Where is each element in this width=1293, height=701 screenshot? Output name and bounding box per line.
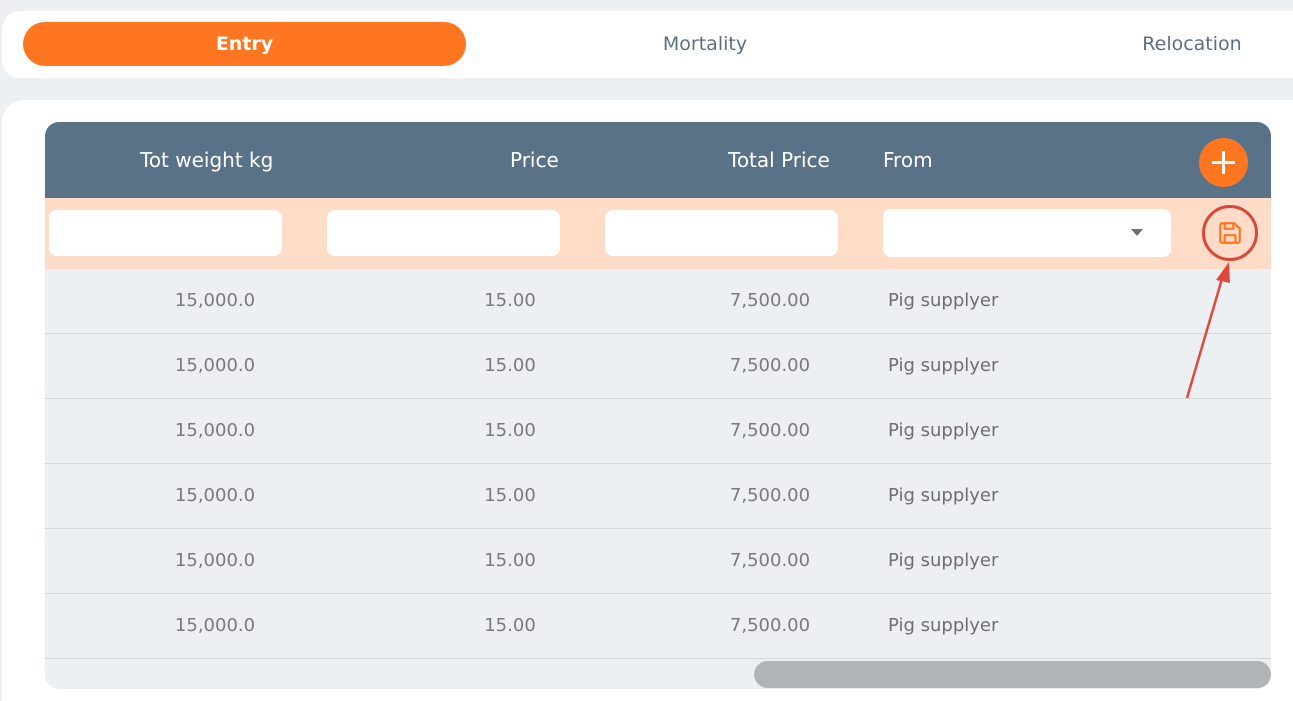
content-panel: Tot weight kg Price Total Price From 15,…	[2, 100, 1293, 701]
column-header-tot-weight: Tot weight kg	[140, 148, 274, 172]
price-input[interactable]	[327, 210, 560, 256]
cell-total-price: 7,500.00	[729, 355, 811, 376]
column-header-from: From	[883, 148, 933, 172]
tab-entry[interactable]: Entry	[23, 22, 466, 66]
cell-tot-weight: 15,000.0	[174, 290, 256, 311]
cell-from: Pig supplyer	[888, 485, 999, 506]
tab-bar: Entry Mortality Relocation	[2, 11, 1293, 78]
add-row-button[interactable]	[1199, 138, 1248, 187]
cell-total-price: 7,500.00	[729, 550, 811, 571]
caret-down-icon	[1131, 229, 1143, 236]
cell-total-price: 7,500.00	[729, 615, 811, 636]
total-price-input[interactable]	[605, 210, 838, 256]
new-entry-row	[45, 198, 1271, 269]
save-button[interactable]	[1202, 205, 1258, 261]
from-select[interactable]	[883, 209, 1171, 257]
cell-price: 15.00	[484, 550, 536, 571]
cell-tot-weight: 15,000.0	[174, 550, 256, 571]
cell-tot-weight: 15,000.0	[174, 420, 256, 441]
cell-from: Pig supplyer	[888, 550, 999, 571]
cell-price: 15.00	[484, 355, 536, 376]
floppy-disk-icon	[1219, 222, 1241, 244]
cell-from: Pig supplyer	[888, 290, 999, 311]
table-row[interactable]: 15,000.0 15.00 7,500.00 Pig supplyer	[45, 529, 1271, 594]
table-row[interactable]: 15,000.0 15.00 7,500.00 Pig supplyer	[45, 464, 1271, 529]
cell-from: Pig supplyer	[888, 615, 999, 636]
cell-tot-weight: 15,000.0	[174, 355, 256, 376]
entries-table: Tot weight kg Price Total Price From 15,…	[45, 122, 1271, 689]
cell-tot-weight: 15,000.0	[174, 615, 256, 636]
table-row[interactable]: 15,000.0 15.00 7,500.00 Pig supplyer	[45, 399, 1271, 464]
cell-total-price: 7,500.00	[729, 290, 811, 311]
table-row[interactable]: 15,000.0 15.00 7,500.00 Pig supplyer	[45, 334, 1271, 399]
table-row[interactable]: 15,000.0 15.00 7,500.00 Pig supplyer	[45, 269, 1271, 334]
horizontal-scrollbar[interactable]	[754, 661, 1271, 688]
cell-from: Pig supplyer	[888, 420, 999, 441]
table-row[interactable]: 15,000.0 15.00 7,500.00 Pig supplyer	[45, 594, 1271, 659]
cell-price: 15.00	[484, 615, 536, 636]
cell-price: 15.00	[484, 290, 536, 311]
cell-total-price: 7,500.00	[729, 485, 811, 506]
tab-relocation[interactable]: Relocation	[1082, 22, 1293, 66]
cell-total-price: 7,500.00	[729, 420, 811, 441]
column-header-price: Price	[510, 148, 559, 172]
cell-price: 15.00	[484, 485, 536, 506]
cell-tot-weight: 15,000.0	[174, 485, 256, 506]
column-header-total-price: Total Price	[728, 148, 830, 172]
tot-weight-input[interactable]	[49, 210, 282, 256]
plus-icon-vertical	[1222, 151, 1225, 174]
tab-mortality[interactable]: Mortality	[562, 22, 848, 66]
cell-from: Pig supplyer	[888, 355, 999, 376]
table-header: Tot weight kg Price Total Price From	[45, 122, 1271, 198]
cell-price: 15.00	[484, 420, 536, 441]
